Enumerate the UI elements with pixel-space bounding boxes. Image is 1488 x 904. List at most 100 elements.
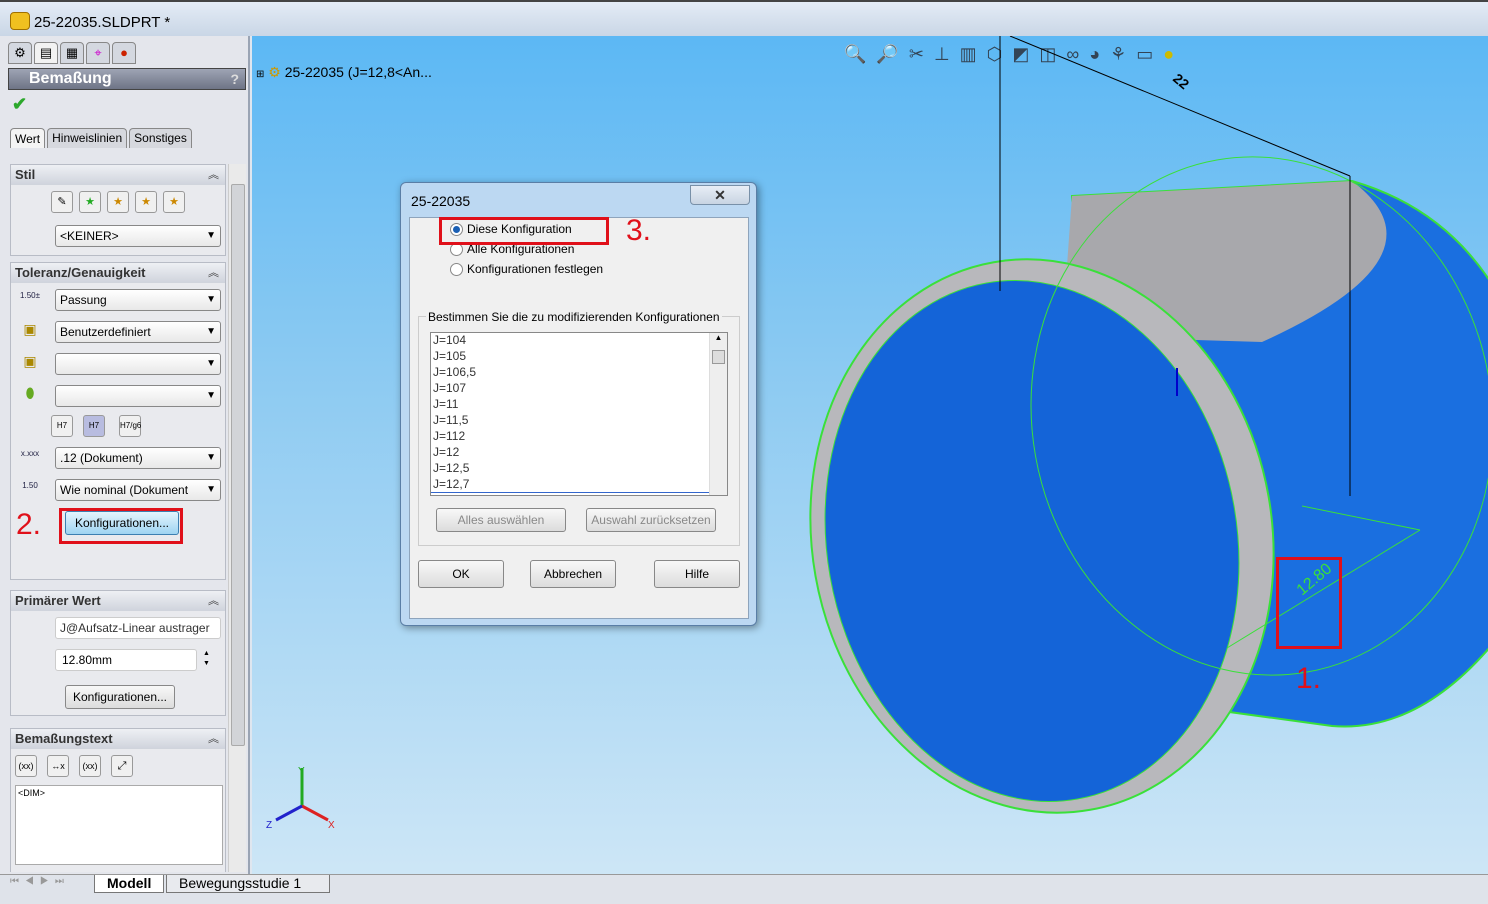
feature-manager-tab[interactable]: ⚙: [8, 42, 32, 64]
save-style-icon[interactable]: ★: [135, 191, 157, 213]
step2-label: 2.: [16, 508, 42, 541]
hole-fit-select[interactable]: ▼: [55, 353, 221, 375]
tolerance-type-icon: 1.50±: [20, 291, 40, 300]
hole-fit-icon: ▣: [23, 353, 37, 369]
list-item[interactable]: J=11,5: [431, 413, 727, 429]
shaft-fit-icon: ⬮: [25, 385, 35, 401]
list-scrollbar[interactable]: ▲: [709, 333, 727, 495]
tab-hinweislinien[interactable]: Hinweislinien: [47, 128, 128, 148]
list-item[interactable]: J=106,5: [431, 365, 727, 381]
step1-highlight: [1276, 557, 1342, 649]
list-item[interactable]: J=105: [431, 349, 727, 365]
dimension-text-field[interactable]: <DIM>: [15, 785, 223, 865]
radio-specify-configs[interactable]: Konfigurationen festlegen: [450, 262, 603, 276]
dimxpert-tab[interactable]: ⌖: [86, 42, 110, 64]
precision-icon: x.xxx: [20, 449, 40, 458]
parentheses-icon[interactable]: (xx): [15, 755, 37, 777]
tab-bewegungsstudie[interactable]: Bewegungsstudie 1: [166, 875, 330, 893]
part-icon: [10, 12, 30, 30]
ok-check-icon[interactable]: ✔: [12, 94, 27, 115]
panel-header: Bemaßung?: [8, 68, 246, 90]
style-select[interactable]: <KEINER> ▼: [55, 225, 221, 247]
property-manager: ⚙ ▤ ▦ ⌖ ● Bemaßung? ✔ Wert Hinweislinien…: [0, 36, 250, 874]
list-item[interactable]: J=11: [431, 397, 727, 413]
tolerance-precision-value: Wie nominal (Dokument: [60, 483, 189, 497]
dimension-name-field[interactable]: J@Aufsatz-Linear austrager: [55, 617, 221, 639]
ok-button[interactable]: OK: [418, 560, 504, 588]
svg-text:X: X: [328, 820, 335, 831]
radio-unselected: [450, 262, 463, 276]
tab-sonstiges[interactable]: Sonstiges: [129, 128, 192, 148]
precision-value: .12 (Dokument): [60, 451, 143, 465]
tolerance-title: Toleranz/Genauigkeit: [15, 265, 146, 280]
shaft-fit-select[interactable]: ▼: [55, 385, 221, 407]
primary-value-section: Primärer Wert ︽ J@Aufsatz-Linear austrage…: [10, 590, 226, 716]
step3-label: 3.: [626, 214, 652, 247]
scroll-thumb[interactable]: [231, 184, 245, 746]
tab-wert[interactable]: Wert: [10, 128, 46, 148]
property-manager-tab[interactable]: ▤: [34, 42, 58, 64]
list-item[interactable]: J=12: [431, 445, 727, 461]
reset-selection-button[interactable]: Auswahl zurücksetzen: [586, 508, 716, 532]
tolerance-precision-select[interactable]: Wie nominal (Dokument ▼: [55, 479, 221, 501]
add-style-icon[interactable]: ★: [79, 191, 101, 213]
configuration-manager-tab[interactable]: ▦: [60, 42, 84, 64]
fit-linear-button[interactable]: H7/g6: [119, 415, 141, 437]
offset-text-icon[interactable]: ⤢: [111, 755, 133, 777]
tolerance-type-value: Passung: [60, 293, 107, 307]
value-spinner[interactable]: ▲ ▼: [203, 649, 210, 669]
list-item[interactable]: J=107: [431, 381, 727, 397]
style-value: <KEINER>: [60, 229, 119, 243]
dimension-text-section: Bemaßungstext ︽ (xx) ↔x (xx) ⤢ <DIM>: [10, 728, 226, 872]
select-all-button[interactable]: Alles auswählen: [436, 508, 566, 532]
config-group-label: Bestimmen Sie die zu modifizierenden Kon…: [426, 310, 722, 324]
list-item[interactable]: J=112: [431, 429, 727, 445]
tolerance-type-select[interactable]: Passung ▼: [55, 289, 221, 311]
dimension-value-field[interactable]: 12.80mm: [55, 649, 197, 671]
classification-icon: ▣: [23, 321, 37, 337]
display-manager-tab[interactable]: ●: [112, 42, 136, 64]
list-item[interactable]: J=12,7: [431, 477, 727, 493]
dimension-text-header[interactable]: Bemaßungstext ︽: [11, 729, 225, 749]
bottom-tab-bar: ⏮◀▶⏭ Modell Bewegungsstudie 1: [0, 874, 1488, 904]
window-title: 25-22035.SLDPRT *: [34, 14, 171, 31]
tab-modell[interactable]: Modell: [94, 875, 165, 893]
primary-value-header[interactable]: Primärer Wert ︽: [11, 591, 225, 611]
dimension-top-label[interactable]: 22: [1170, 70, 1192, 92]
load-style-icon[interactable]: ★: [163, 191, 185, 213]
precision-select[interactable]: .12 (Dokument) ▼: [55, 447, 221, 469]
help-button[interactable]: ?: [230, 69, 239, 89]
primary-value-title: Primärer Wert: [15, 593, 101, 608]
list-item[interactable]: J=104: [431, 333, 727, 349]
triad-axes-icon: Y X Z: [266, 766, 335, 831]
classification-value: Benutzerdefiniert: [60, 325, 151, 339]
center-dimension-icon[interactable]: ↔x: [47, 755, 69, 777]
cylinder-model: 12.80 22: [809, 36, 1488, 814]
radio-label: Konfigurationen festlegen: [467, 262, 604, 276]
tolerance-header[interactable]: Toleranz/Genauigkeit ︽: [11, 263, 225, 283]
dimension-text-title: Bemaßungstext: [15, 731, 113, 746]
classification-select[interactable]: Benutzerdefiniert ▼: [55, 321, 221, 343]
svg-text:Y: Y: [298, 766, 305, 777]
stil-section: Stil ︽ ✎ ★ ★ ★ ★ <KEINER> ▼: [10, 164, 226, 256]
dialog-title: 25-22035: [411, 193, 471, 209]
config-list[interactable]: J=104 J=105 J=106,5 J=107 J=11 J=11,5 J=…: [430, 332, 728, 496]
svg-text:Z: Z: [266, 820, 272, 831]
fit-stacked-button[interactable]: H7: [83, 415, 105, 437]
delete-style-icon[interactable]: ★: [107, 191, 129, 213]
title-bar: 25-22035.SLDPRT *: [0, 0, 1488, 36]
list-item[interactable]: J=12,5: [431, 461, 727, 477]
inspection-dimension-icon[interactable]: (xx): [79, 755, 101, 777]
panel-title: Bemaßung: [29, 70, 112, 87]
apply-style-icon[interactable]: ✎: [51, 191, 73, 213]
tab-scroll-arrows[interactable]: ⏮◀▶⏭: [10, 876, 70, 887]
close-button[interactable]: ✕: [690, 185, 750, 205]
panel-scrollbar[interactable]: [228, 164, 246, 872]
fit-stacked-line-button[interactable]: H7: [51, 415, 73, 437]
cancel-button[interactable]: Abbrechen: [530, 560, 616, 588]
help-button[interactable]: Hilfe: [654, 560, 740, 588]
primary-config-button[interactable]: Konfigurationen...: [65, 685, 175, 709]
stil-header[interactable]: Stil ︽: [11, 165, 225, 185]
tolerance-precision-icon: 1.50: [22, 481, 38, 490]
step2-highlight: [59, 508, 183, 544]
